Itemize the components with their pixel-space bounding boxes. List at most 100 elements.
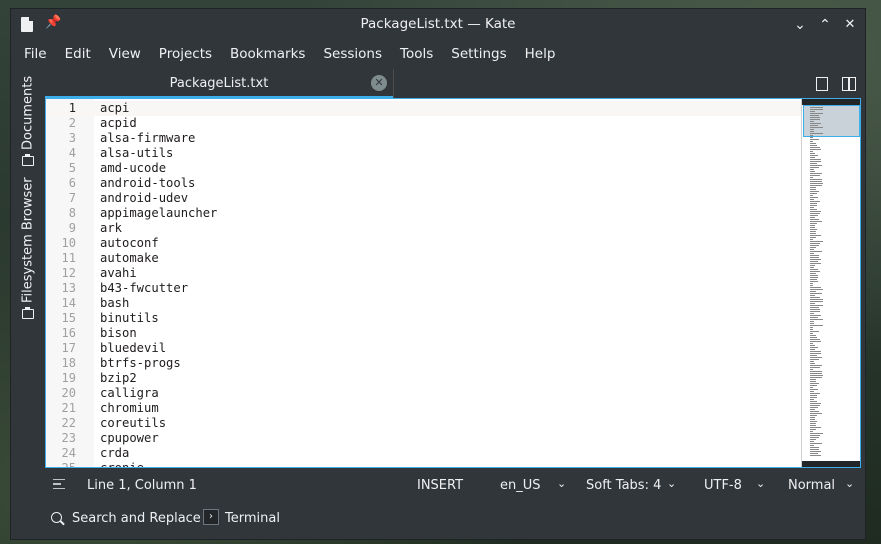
new-document-icon[interactable]	[816, 77, 828, 91]
menu-help[interactable]: Help	[516, 46, 565, 62]
menu-edit[interactable]: Edit	[56, 46, 100, 62]
line-text[interactable]: crda	[100, 446, 129, 461]
line-text[interactable]: automake	[100, 251, 159, 266]
line-text[interactable]: binutils	[100, 311, 159, 326]
minimap-line	[810, 231, 816, 232]
editor-line[interactable]: 18 btrfs-progs	[46, 356, 801, 371]
menu-view[interactable]: View	[100, 46, 150, 62]
editor-line[interactable]: 7 android-udev	[46, 191, 801, 206]
maximize-icon[interactable]: ⌃	[814, 14, 836, 36]
editor-line[interactable]: 16 bison	[46, 326, 801, 341]
chevron-down-icon[interactable]: ⌄	[557, 477, 566, 490]
encoding-selector[interactable]: UTF-8	[704, 478, 742, 493]
menu-lines-icon[interactable]	[53, 479, 65, 489]
minimize-icon[interactable]: ⌄	[789, 14, 811, 36]
line-text[interactable]: bison	[100, 326, 137, 341]
editor-line[interactable]: 19 bzip2	[46, 371, 801, 386]
line-text[interactable]: cronie	[100, 461, 144, 467]
minimap-scrollbar[interactable]	[801, 99, 860, 467]
editor-line[interactable]: 24 crda	[46, 446, 801, 461]
editor-line[interactable]: 23 cpupower	[46, 431, 801, 446]
minimap-line	[810, 437, 819, 438]
line-text[interactable]: b43-fwcutter	[100, 281, 188, 296]
line-text[interactable]: chromium	[100, 401, 159, 416]
editor-line[interactable]: 11 automake	[46, 251, 801, 266]
minimap-line	[810, 365, 822, 366]
terminal-button[interactable]: Terminal	[225, 511, 280, 526]
sidebar-tab-documents[interactable]: Documents	[14, 73, 42, 153]
line-text[interactable]: alsa-utils	[100, 146, 173, 161]
editor-line[interactable]: 3 alsa-firmware	[46, 131, 801, 146]
chevron-down-icon[interactable]: ⌄	[667, 477, 676, 490]
minimap-line	[810, 289, 823, 290]
minimap-line	[810, 421, 817, 422]
editor-line[interactable]: 14 bash	[46, 296, 801, 311]
menu-bookmarks[interactable]: Bookmarks	[221, 46, 314, 62]
folder-icon[interactable]	[22, 307, 34, 319]
cursor-position[interactable]: Line 1, Column 1	[87, 478, 197, 493]
line-text[interactable]: coreutils	[100, 416, 166, 431]
text-editor[interactable]: 1 acpi 2 acpid 3 alsa-firmware 4 alsa-utils 5 amd…	[45, 98, 861, 468]
folder-icon[interactable]	[22, 154, 34, 166]
editor-line[interactable]: 22 coreutils	[46, 416, 801, 431]
menu-projects[interactable]: Projects	[150, 46, 221, 62]
minimap-line	[810, 331, 819, 332]
chevron-down-icon[interactable]: ⌄	[845, 477, 854, 490]
menu-sessions[interactable]: Sessions	[314, 46, 391, 62]
tab-packagelist[interactable]: PackageList.txt ✕	[45, 69, 394, 99]
menu-file[interactable]: File	[15, 46, 56, 62]
line-text[interactable]: bluedevil	[100, 341, 166, 356]
syntax-mode-selector[interactable]: Normal	[788, 478, 835, 493]
editor-line[interactable]: 6 android-tools	[46, 176, 801, 191]
minimap-line	[810, 369, 813, 370]
chevron-down-icon[interactable]: ⌄	[756, 477, 765, 490]
editor-line[interactable]: 12 avahi	[46, 266, 801, 281]
minimap-line	[810, 345, 815, 346]
editor-line[interactable]: 4 alsa-utils	[46, 146, 801, 161]
close-icon[interactable]: ✕	[839, 14, 861, 36]
editor-line[interactable]: 2 acpid	[46, 116, 801, 131]
kate-window: 📌 PackageList.txt — Kate ⌄ ⌃ ✕ File Edit…	[10, 8, 866, 540]
editor-line[interactable]: 10 autoconf	[46, 236, 801, 251]
line-text[interactable]: bash	[100, 296, 129, 311]
line-text[interactable]: ark	[100, 221, 122, 236]
line-text[interactable]: cpupower	[100, 431, 159, 446]
editor-line[interactable]: 9 ark	[46, 221, 801, 236]
line-text[interactable]: avahi	[100, 266, 137, 281]
line-text[interactable]: acpid	[100, 116, 137, 131]
editor-line[interactable]: 15 binutils	[46, 311, 801, 326]
line-text[interactable]: android-udev	[100, 191, 188, 206]
editor-line[interactable]: 25 cronie	[46, 461, 801, 467]
line-text[interactable]: autoconf	[100, 236, 159, 251]
line-text[interactable]: btrfs-progs	[100, 356, 181, 371]
indentation-selector[interactable]: Soft Tabs: 4	[586, 478, 661, 493]
minimap-line	[810, 387, 813, 388]
sidebar-tab-filesystem-browser[interactable]: Filesystem Browser	[14, 177, 42, 303]
search-icon[interactable]	[51, 512, 62, 523]
line-text[interactable]: amd-ucode	[100, 161, 166, 176]
title-bar[interactable]: 📌 PackageList.txt — Kate ⌄ ⌃ ✕	[11, 9, 865, 41]
editor-line[interactable]: 5 amd-ucode	[46, 161, 801, 176]
split-view-icon[interactable]	[842, 77, 856, 91]
editor-line[interactable]: 17 bluedevil	[46, 341, 801, 356]
line-text[interactable]: android-tools	[100, 176, 195, 191]
input-mode[interactable]: INSERT	[417, 478, 463, 493]
line-number: 5	[68, 161, 76, 175]
line-text[interactable]: appimagelauncher	[100, 206, 217, 221]
line-text[interactable]: calligra	[100, 386, 159, 401]
editor-line[interactable]: 21 chromium	[46, 401, 801, 416]
editor-line[interactable]: 1 acpi	[46, 101, 801, 116]
menu-tools[interactable]: Tools	[391, 46, 442, 62]
menu-settings[interactable]: Settings	[442, 46, 515, 62]
line-text[interactable]: acpi	[100, 101, 129, 116]
terminal-icon[interactable]: ›	[203, 509, 219, 525]
editor-line[interactable]: 20 calligra	[46, 386, 801, 401]
search-and-replace-button[interactable]: Search and Replace	[72, 511, 201, 526]
minimap-line	[810, 371, 822, 372]
tab-close-icon[interactable]: ✕	[371, 75, 387, 91]
editor-line[interactable]: 8 appimagelauncher	[46, 206, 801, 221]
line-text[interactable]: bzip2	[100, 371, 137, 386]
editor-line[interactable]: 13 b43-fwcutter	[46, 281, 801, 296]
dictionary-selector[interactable]: en_US	[500, 478, 541, 493]
line-text[interactable]: alsa-firmware	[100, 131, 195, 146]
